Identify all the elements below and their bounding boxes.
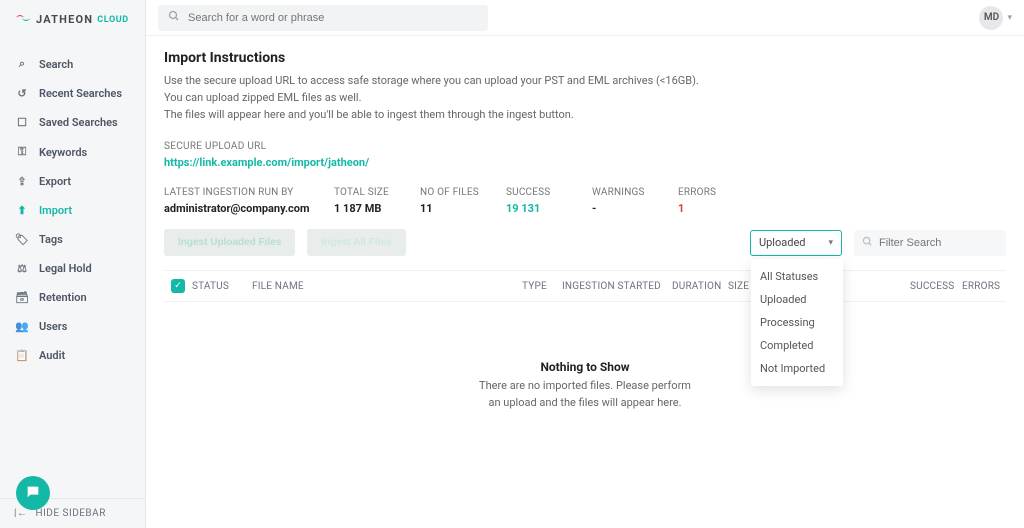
sidebar-item-retention[interactable]: 🗃 Retention: [0, 283, 145, 312]
sidebar-item-label: Users: [39, 320, 67, 333]
col-ingestion: INGESTION STARTED: [562, 281, 672, 292]
audit-icon: 📋: [15, 349, 29, 362]
sidebar-item-label: Import: [39, 204, 72, 217]
import-icon: ⬆: [15, 204, 29, 217]
instruction-line: The files will appear here and you'll be…: [164, 106, 1006, 123]
dropdown-option[interactable]: Not Imported: [751, 357, 843, 380]
global-search-input[interactable]: [188, 12, 478, 24]
sidebar-item-keywords[interactable]: ⚿ Keywords: [0, 137, 145, 167]
stat-value-warnings: -: [592, 202, 656, 215]
stat-label: ERRORS: [678, 187, 742, 198]
sidebar-item-search[interactable]: ⌕ Search: [0, 49, 145, 79]
col-status: STATUS: [192, 281, 252, 292]
col-success: SUCCESS: [910, 281, 962, 292]
col-type: TYPE: [522, 281, 562, 292]
chevron-down-icon[interactable]: ▾: [1007, 13, 1012, 23]
sidebar-item-label: Keywords: [39, 146, 87, 159]
col-duration: DURATION: [672, 281, 728, 292]
user-avatar[interactable]: MD: [979, 6, 1003, 30]
ingest-all-button[interactable]: Ingest All Files: [307, 229, 405, 256]
secure-url[interactable]: https://link.example.com/import/jatheon/: [164, 156, 1006, 169]
filter-search-input[interactable]: [879, 237, 1021, 249]
stat-label: NO OF FILES: [420, 187, 484, 198]
bookmark-icon: ☐: [15, 116, 29, 129]
global-search[interactable]: [158, 5, 488, 31]
logo-cloud: CLOUD: [97, 15, 128, 25]
search-icon: ⌕: [15, 57, 29, 71]
search-icon: [862, 236, 873, 250]
empty-line: an upload and the files will appear here…: [489, 396, 682, 409]
sidebar-item-label: Legal Hold: [39, 262, 92, 275]
sidebar-item-label: Recent Searches: [39, 87, 122, 100]
legal-icon: ⚖: [15, 262, 29, 275]
logo-text: JATHEON: [36, 13, 93, 26]
sidebar-item-label: Saved Searches: [39, 116, 118, 129]
export-icon: ⇪: [15, 175, 29, 188]
stat-label: WARNINGS: [592, 187, 656, 198]
sidebar-item-label: Search: [39, 58, 73, 71]
stat-label: TOTAL SIZE: [334, 187, 398, 198]
sidebar-item-recent-searches[interactable]: ↺ Recent Searches: [0, 79, 145, 108]
sidebar-item-saved-searches[interactable]: ☐ Saved Searches: [0, 108, 145, 137]
history-icon: ↺: [15, 87, 29, 100]
brand-logo: JATHEON CLOUD: [0, 0, 145, 39]
sidebar-item-label: Audit: [39, 349, 65, 362]
empty-line: There are no imported files. Please perf…: [479, 379, 691, 392]
ingest-uploaded-button[interactable]: Ingest Uploaded Files: [164, 229, 295, 256]
sidebar-item-import[interactable]: ⬆ Import: [0, 196, 145, 225]
col-file: FILE NAME: [252, 281, 522, 292]
dropdown-option[interactable]: Processing: [751, 311, 843, 334]
dropdown-option[interactable]: All Statuses: [751, 265, 843, 288]
stat-value-runby: administrator@company.com: [164, 202, 312, 215]
stat-value-files: 11: [420, 202, 484, 215]
sidebar-item-users[interactable]: 👥 Users: [0, 312, 145, 341]
chat-icon: [25, 484, 41, 503]
sidebar-item-label: Tags: [39, 233, 63, 246]
sidebar-item-export[interactable]: ⇪ Export: [0, 167, 145, 196]
search-icon: [168, 10, 180, 25]
sidebar-item-audit[interactable]: 📋 Audit: [0, 341, 145, 370]
dropdown-option[interactable]: Completed: [751, 334, 843, 357]
stat-label: LATEST INGESTION RUN BY: [164, 187, 312, 198]
chevron-down-icon: ▾: [828, 238, 833, 248]
collapse-icon: |←: [14, 508, 27, 519]
empty-title: Nothing to Show: [164, 360, 1006, 374]
stat-label: SUCCESS: [506, 187, 570, 198]
sidebar-item-label: Export: [39, 175, 71, 188]
tag-icon: 🏷: [15, 233, 29, 246]
page-title: Import Instructions: [164, 50, 1006, 66]
col-errors: ERRORS: [962, 281, 1006, 292]
sidebar-item-legal-hold[interactable]: ⚖ Legal Hold: [0, 254, 145, 283]
hide-sidebar-label: HIDE SIDEBAR: [35, 508, 105, 519]
select-all-checkbox[interactable]: ✓: [171, 279, 185, 293]
stat-value-errors: 1: [678, 202, 742, 215]
dropdown-selected: Uploaded: [759, 236, 805, 249]
dropdown-option[interactable]: Uploaded: [751, 288, 843, 311]
key-icon: ⚿: [15, 145, 29, 159]
sidebar-item-tags[interactable]: 🏷 Tags: [0, 225, 145, 254]
instruction-line: You can upload zipped EML files as well.: [164, 89, 1006, 106]
logo-icon: [14, 12, 32, 27]
sidebar-item-label: Retention: [39, 291, 87, 304]
instruction-line: Use the secure upload URL to access safe…: [164, 72, 1006, 89]
retention-icon: 🗃: [15, 291, 29, 304]
status-filter-dropdown[interactable]: Uploaded ▾ All StatusesUploadedProcessin…: [750, 230, 842, 256]
stat-value-success: 19 131: [506, 202, 570, 215]
users-icon: 👥: [15, 320, 29, 333]
filter-search[interactable]: [854, 230, 1006, 256]
stat-value-size: 1 187 MB: [334, 202, 398, 215]
secure-url-label: SECURE UPLOAD URL: [164, 141, 1006, 152]
chat-widget[interactable]: [16, 476, 50, 510]
